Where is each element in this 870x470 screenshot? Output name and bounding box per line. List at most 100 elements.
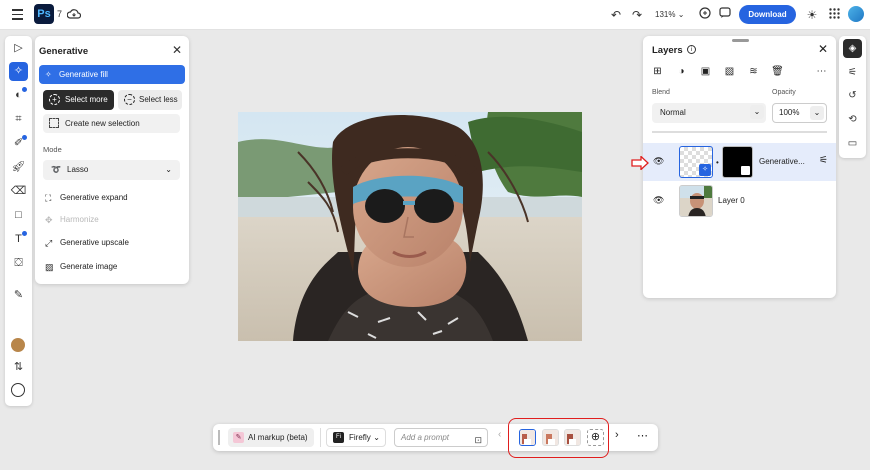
opacity-label: Opacity: [772, 89, 796, 96]
generative-expand-item[interactable]: ⛶ Generative expand: [45, 191, 128, 205]
comments-icon[interactable]: [717, 7, 733, 23]
visibility-eye-icon[interactable]: 👁︎: [653, 195, 664, 206]
delete-icon[interactable]: 🗑︎: [771, 65, 784, 78]
marquee-icon: [49, 118, 59, 128]
info-icon[interactable]: i: [687, 45, 696, 54]
share-icon[interactable]: [697, 7, 713, 23]
blend-label: Blend: [652, 89, 670, 96]
chevron-down-icon: ⌄: [373, 433, 380, 442]
layer-name: Layer 0: [718, 196, 745, 205]
avatar[interactable]: [848, 6, 864, 22]
chevron-down-icon: ⌄: [750, 105, 764, 119]
layer-properties-icon[interactable]: ⚟: [819, 155, 828, 166]
link-icon: •: [716, 158, 719, 167]
top-bar: Ps 7 ↶ ↷ 131% ⌄ Download ☀: [0, 0, 870, 30]
expand-icon: ⛶: [45, 193, 52, 203]
add-layer-icon[interactable]: ⊞: [651, 65, 664, 78]
zoom-level[interactable]: 131% ⌄: [655, 10, 684, 19]
ai-markup-icon: ✎: [233, 432, 244, 443]
upscale-icon: ⤢: [45, 238, 53, 248]
chevron-right-icon[interactable]: ›: [615, 429, 619, 441]
plus-selection-icon: +: [49, 94, 60, 105]
cloud-sync-icon[interactable]: [66, 8, 82, 22]
layer-thumbnail: [679, 185, 713, 217]
text-tool-icon[interactable]: T: [9, 230, 28, 249]
chevron-down-icon: ⌄: [810, 106, 824, 120]
close-icon[interactable]: ✕: [818, 42, 828, 56]
red-highlight-box: [508, 418, 609, 458]
heal-tool-icon[interactable]: ✐: [9, 134, 28, 153]
panel-title: Generative: [39, 46, 89, 57]
generative-tool-icon[interactable]: ✧: [9, 62, 28, 81]
prompt-options-icon[interactable]: ⊡: [474, 432, 482, 449]
generative-upscale-item[interactable]: ⤢ Generative upscale: [45, 236, 129, 250]
new-selection-button[interactable]: Create new selection: [43, 114, 180, 133]
download-button[interactable]: Download: [739, 5, 796, 24]
divider: [652, 131, 827, 133]
properties-icon[interactable]: ⚟: [843, 63, 862, 82]
layers-icon[interactable]: ◈: [843, 39, 862, 58]
menu-icon[interactable]: [12, 9, 23, 23]
model-dropdown[interactable]: Fi Firefly ⌄: [326, 428, 386, 447]
more-options-icon[interactable]: ⋯: [637, 429, 648, 442]
opacity-field[interactable]: 100% ⌄: [772, 103, 827, 123]
adjustment-layer-icon[interactable]: ◑: [675, 65, 688, 78]
stack-icon[interactable]: ≋: [747, 65, 760, 78]
move-tool-icon[interactable]: ▷: [9, 39, 28, 58]
mode-dropdown[interactable]: ➰ Lasso ⌄: [43, 160, 180, 180]
apps-grid-icon[interactable]: [826, 7, 842, 23]
select-subject-icon[interactable]: ⌗: [9, 110, 28, 129]
history-icon[interactable]: ↺: [843, 86, 862, 105]
swap-colors-icon[interactable]: ⇅: [9, 358, 28, 377]
close-icon[interactable]: ✕: [172, 43, 182, 57]
libraries-icon[interactable]: ⟲: [843, 110, 862, 129]
background-color-swatch[interactable]: [11, 383, 25, 397]
canvas-image[interactable]: [238, 112, 582, 341]
chevron-left-icon[interactable]: ‹: [498, 429, 501, 440]
lightbulb-icon[interactable]: ☀: [804, 7, 820, 23]
chevron-down-icon: ⌄: [165, 165, 172, 174]
right-panel-strip: ◈ ⚟ ↺ ⟲ ▭: [839, 36, 866, 158]
layer-row[interactable]: 👁︎ Layer 0: [643, 182, 836, 220]
quick-actions-icon[interactable]: 🚀︎: [9, 158, 28, 177]
eyedropper-icon[interactable]: ✎: [9, 286, 28, 305]
divider: [320, 428, 321, 447]
more-options-icon[interactable]: ⋯: [815, 65, 828, 78]
taskbar-grip[interactable]: [218, 430, 220, 445]
generative-badge-icon: ✧: [699, 164, 711, 176]
undo-icon[interactable]: ↶: [608, 7, 624, 23]
fill-tool-icon[interactable]: ⛋: [9, 254, 28, 273]
adjust-tool-icon[interactable]: ◐: [9, 86, 28, 105]
panel-grabber[interactable]: [732, 39, 749, 42]
layer-row[interactable]: 👁︎ ✧ • Generative... ⚟: [643, 143, 836, 181]
panel-title: Layers: [652, 45, 683, 56]
generative-panel: Generative ✕ ✧ Generative fill + Select …: [35, 36, 189, 284]
firefly-icon: Fi: [333, 432, 344, 443]
add-image-icon[interactable]: ▧: [723, 65, 736, 78]
prompt-input[interactable]: Add a prompt ⊡: [394, 428, 488, 447]
visibility-eye-icon[interactable]: 👁︎: [653, 156, 664, 167]
mode-label: Mode: [43, 145, 62, 154]
foreground-color-swatch[interactable]: [11, 338, 25, 352]
generate-image-item[interactable]: ▨ Generate image: [45, 260, 117, 274]
harmonize-icon: ✥: [45, 215, 53, 225]
redo-icon[interactable]: ↷: [629, 7, 645, 23]
shape-tool-icon[interactable]: □: [9, 206, 28, 225]
layer-mask-thumbnail[interactable]: [722, 146, 753, 178]
comments-icon[interactable]: ▭: [843, 134, 862, 153]
generative-fill-icon: ✧: [45, 70, 52, 79]
app-logo: Ps: [34, 4, 54, 24]
red-arrow-annotation: [631, 155, 649, 172]
mask-badge-icon: [741, 166, 750, 175]
ai-markup-button[interactable]: ✎ AI markup (beta): [228, 428, 314, 447]
layer-thumbnail: ✧: [679, 146, 713, 178]
layers-panel: Layers i ✕ ⊞ ◑ ▣ ▧ ≋ 🗑︎ ⋯ Blend Opacity …: [643, 36, 836, 298]
image-icon: ▨: [45, 262, 54, 272]
blend-mode-dropdown[interactable]: Normal ⌄: [652, 103, 766, 123]
version-count: 7: [57, 9, 63, 19]
select-less-button[interactable]: − Select less: [118, 90, 182, 110]
select-more-button[interactable]: + Select more: [43, 90, 114, 110]
brush-tool-icon[interactable]: ⌫: [9, 182, 28, 201]
generative-fill-button[interactable]: ✧ Generative fill: [39, 65, 185, 84]
mask-icon[interactable]: ▣: [699, 65, 712, 78]
